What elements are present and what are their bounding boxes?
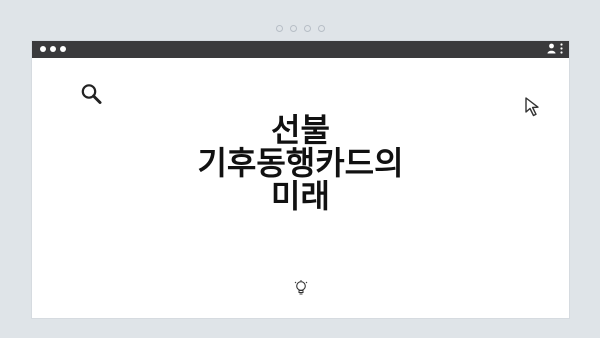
top-indicator-dots	[0, 25, 600, 32]
indicator-dot	[303, 25, 311, 32]
lightbulb-icon	[294, 280, 308, 295]
profile-icon[interactable]	[547, 43, 556, 54]
titlebar-actions	[547, 43, 563, 54]
more-vert-icon[interactable]	[560, 43, 563, 54]
indicator-dot	[289, 25, 297, 32]
page-content: 선불 기후동행카드의 미래	[32, 58, 569, 318]
indicator-dot	[317, 25, 325, 32]
title-line: 선불	[271, 111, 330, 149]
search-icon[interactable]	[79, 82, 105, 106]
title-line: 미래	[271, 177, 330, 215]
maximize-button[interactable]	[60, 46, 66, 52]
title-line: 기후동행카드의	[197, 144, 404, 182]
window-titlebar	[32, 41, 569, 58]
close-button[interactable]	[40, 46, 46, 52]
page-title: 선불 기후동행카드의 미래	[32, 114, 569, 213]
indicator-dot	[275, 25, 283, 32]
backdrop: 선불 기후동행카드의 미래	[0, 0, 600, 338]
browser-window: 선불 기후동행카드의 미래	[32, 41, 569, 318]
window-controls	[40, 46, 66, 52]
minimize-button[interactable]	[50, 46, 56, 52]
